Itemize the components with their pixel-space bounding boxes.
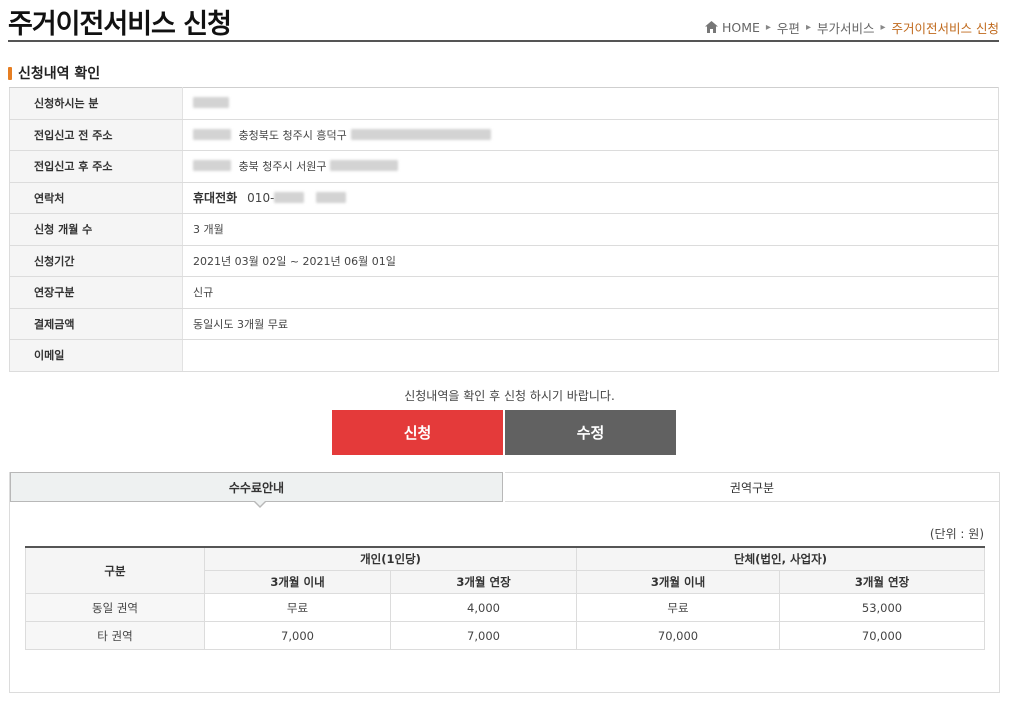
fee-cell: 70,000 bbox=[779, 621, 985, 650]
fee-header-category: 구분 bbox=[25, 546, 205, 594]
fee-cell: 4,000 bbox=[390, 593, 577, 622]
fee-header-row: 구분 개인(1인당) 단체(법인, 사업자) bbox=[25, 546, 985, 594]
tab-region[interactable]: 권역구분 bbox=[505, 472, 999, 502]
fee-cell: 53,000 bbox=[779, 593, 985, 622]
redacted-name bbox=[193, 96, 229, 108]
active-tab-pointer-fill bbox=[254, 500, 266, 506]
fee-subheader: 3개월 이내 bbox=[576, 570, 780, 594]
info-row-applicant: 신청하시는 분 bbox=[9, 87, 999, 120]
info-value bbox=[182, 87, 999, 120]
info-value: 3 개월 bbox=[182, 213, 999, 246]
info-row-prev-address: 전입신고 전 주소 충청북도 청주시 흥덕구 bbox=[9, 118, 999, 151]
info-row-extension: 연장구분 신규 bbox=[9, 276, 999, 309]
info-value: 2021년 03월 02일 ~ 2021년 06월 01일 bbox=[182, 244, 999, 277]
page-title: 주거이전서비스 신청 bbox=[8, 9, 232, 40]
redacted-postcode bbox=[193, 160, 231, 172]
section-title: 신청내역 확인 bbox=[8, 63, 100, 83]
fee-tabs-panel: 수수료안내 권역구분 (단위 : 원) 구분 개인(1인당) 단체(법인, 사업… bbox=[9, 472, 1000, 693]
home-icon bbox=[704, 21, 718, 33]
info-label: 신청하시는 분 bbox=[9, 87, 183, 120]
breadcrumb-home[interactable]: HOME bbox=[704, 20, 760, 35]
info-value: 충북 청주시 서원구 bbox=[182, 150, 999, 183]
info-row-period: 신청기간 2021년 03월 02일 ~ 2021년 06월 01일 bbox=[9, 244, 999, 277]
fee-table: 구분 개인(1인당) 단체(법인, 사업자) 3개월 이내 3개월 연장 3개월… bbox=[25, 546, 985, 650]
fee-header-group: 단체(법인, 사업자) bbox=[576, 546, 985, 571]
info-label: 신청기간 bbox=[9, 244, 183, 277]
fee-cell: 70,000 bbox=[576, 621, 780, 650]
fee-cell: 무료 bbox=[576, 593, 780, 622]
fee-cell: 7,000 bbox=[204, 621, 391, 650]
edit-button[interactable]: 수정 bbox=[505, 410, 676, 455]
new-address-text: 충북 청주시 서원구 bbox=[238, 160, 327, 174]
fee-row-label: 동일 권역 bbox=[25, 593, 205, 622]
info-value: 동일시도 3개월 무료 bbox=[182, 307, 999, 340]
info-value bbox=[182, 339, 999, 372]
unit-label: (단위 : 원) bbox=[929, 527, 984, 541]
fee-subheader: 3개월 연장 bbox=[390, 570, 577, 594]
info-label: 전입신고 후 주소 bbox=[9, 150, 183, 183]
chevron-right-icon: ▸ bbox=[805, 22, 811, 33]
fee-cell: 7,000 bbox=[390, 621, 577, 650]
fee-subheader: 3개월 이내 bbox=[204, 570, 391, 594]
confirm-notice: 신청내역을 확인 후 신청 하시기 바랍니다. bbox=[404, 389, 615, 403]
apply-button[interactable]: 신청 bbox=[332, 410, 503, 455]
redacted-phone bbox=[274, 192, 305, 204]
breadcrumb: HOME ▸ 우편 ▸ 부가서비스 ▸ 주거이전서비스 신청 bbox=[704, 18, 999, 37]
tab-fee-info[interactable]: 수수료안내 bbox=[10, 472, 503, 502]
info-label: 연장구분 bbox=[9, 276, 183, 309]
prev-address-text: 충청북도 청주시 흥덕구 bbox=[238, 128, 347, 142]
chevron-right-icon: ▸ bbox=[765, 22, 771, 33]
info-value: 신규 bbox=[182, 276, 999, 309]
info-row-contact: 연락처 휴대전화 010- bbox=[9, 181, 999, 214]
info-label: 신청 개월 수 bbox=[9, 213, 183, 246]
info-label: 이메일 bbox=[9, 339, 183, 372]
info-label: 연락처 bbox=[9, 181, 183, 214]
phone-prefix: 010- bbox=[247, 191, 275, 206]
breadcrumb-item-current: 주거이전서비스 신청 bbox=[891, 21, 999, 36]
breadcrumb-home-label: HOME bbox=[721, 20, 760, 35]
chevron-right-icon: ▸ bbox=[880, 22, 886, 33]
redacted-phone bbox=[315, 192, 346, 204]
fee-subheader: 3개월 연장 bbox=[779, 570, 985, 594]
section-marker bbox=[8, 66, 12, 80]
info-label: 결제금액 bbox=[9, 307, 183, 340]
info-value: 충청북도 청주시 흥덕구 bbox=[182, 118, 999, 151]
info-row-payment: 결제금액 동일시도 3개월 무료 bbox=[9, 307, 999, 340]
fee-header-individual: 개인(1인당) bbox=[204, 546, 577, 571]
info-row-months: 신청 개월 수 3 개월 bbox=[9, 213, 999, 246]
table-row: 타 권역 7,000 7,000 70,000 70,000 bbox=[25, 621, 985, 650]
fee-cell: 무료 bbox=[204, 593, 391, 622]
redacted-address bbox=[330, 160, 399, 172]
phone-type-label: 휴대전화 bbox=[193, 191, 238, 206]
section-title-label: 신청내역 확인 bbox=[18, 66, 101, 82]
fee-row-label: 타 권역 bbox=[25, 621, 205, 650]
info-row-email: 이메일 bbox=[9, 339, 999, 372]
redacted-postcode bbox=[193, 128, 231, 140]
info-row-new-address: 전입신고 후 주소 충북 청주시 서원구 bbox=[9, 150, 999, 183]
info-value: 휴대전화 010- bbox=[182, 181, 999, 214]
info-label: 전입신고 전 주소 bbox=[9, 118, 183, 151]
breadcrumb-item-post[interactable]: 우편 bbox=[777, 18, 800, 37]
title-divider bbox=[8, 40, 999, 42]
table-row: 동일 권역 무료 4,000 무료 53,000 bbox=[25, 593, 985, 622]
application-info-table: 신청하시는 분 전입신고 전 주소 충청북도 청주시 흥덕구 전입신고 후 주소… bbox=[9, 87, 999, 372]
breadcrumb-item-extra[interactable]: 부가서비스 bbox=[817, 18, 875, 37]
redacted-address bbox=[350, 128, 491, 140]
